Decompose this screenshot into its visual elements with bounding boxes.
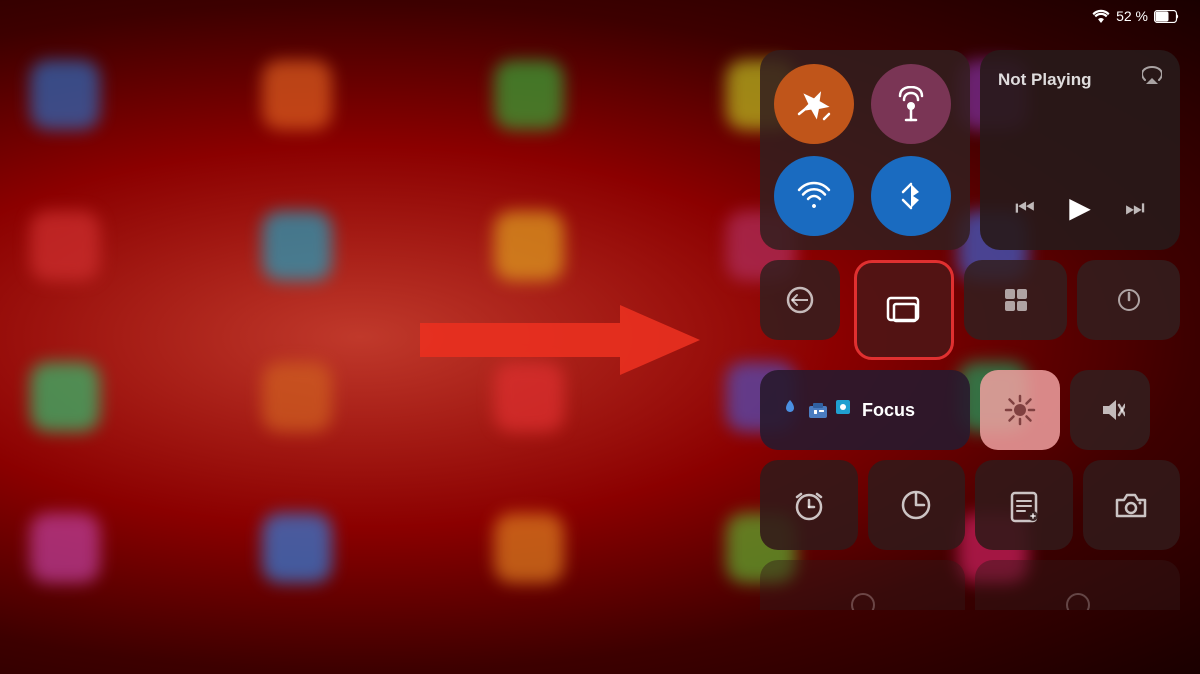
focus-icons	[778, 398, 852, 422]
media-controls: ⏮ ▶ ⏭	[998, 185, 1162, 234]
status-bar: 52 %	[1092, 8, 1180, 24]
battery-icon	[1154, 10, 1180, 23]
focus-label: Focus	[862, 400, 915, 421]
brightness-button[interactable]	[980, 370, 1060, 450]
airplay-icon[interactable]	[1142, 66, 1162, 84]
media-player-panel: Not Playing ⏮ ▶ ⏭	[980, 50, 1180, 250]
media-top: Not Playing	[998, 66, 1162, 90]
partial-btn-2[interactable]	[975, 560, 1180, 610]
control-center: Not Playing ⏮ ▶ ⏭	[760, 50, 1180, 610]
small-sq-2[interactable]	[1077, 260, 1180, 340]
row-partial-bottom	[760, 560, 1180, 610]
connectivity-panel	[760, 50, 970, 250]
row-connectivity-media: Not Playing ⏮ ▶ ⏭	[760, 50, 1180, 250]
screen-mirror-button[interactable]	[854, 260, 954, 360]
arrow-annotation	[420, 305, 700, 375]
row-mid	[760, 260, 1180, 360]
fast-forward-button[interactable]: ⏭	[1115, 189, 1155, 227]
partial-btn-1[interactable]	[760, 560, 965, 610]
small-sq-1[interactable]	[964, 260, 1067, 340]
row-bottom-controls	[760, 460, 1180, 550]
camera-button[interactable]	[1083, 460, 1181, 550]
wifi-button[interactable]	[774, 156, 854, 236]
bluetooth-button[interactable]	[871, 156, 951, 236]
row-focus: Focus	[760, 370, 1180, 450]
hotspot-button[interactable]	[871, 64, 951, 144]
airplane-mode-button[interactable]	[774, 64, 854, 144]
mute-button[interactable]	[1070, 370, 1150, 450]
not-playing-label: Not Playing	[998, 70, 1092, 90]
small-btn-row-top	[964, 260, 1180, 340]
rewind-button[interactable]: ⏮	[1005, 189, 1045, 227]
small-left-button[interactable]	[760, 260, 840, 340]
battery-text: 52 %	[1116, 8, 1148, 24]
play-button[interactable]: ▶	[1059, 185, 1101, 230]
alarm-button[interactable]	[760, 460, 858, 550]
note-widget-button[interactable]	[975, 460, 1073, 550]
focus-panel[interactable]: Focus	[760, 370, 970, 450]
small-right-col	[964, 260, 1180, 360]
screen-time-button[interactable]	[868, 460, 966, 550]
wifi-status-icon	[1092, 9, 1110, 23]
